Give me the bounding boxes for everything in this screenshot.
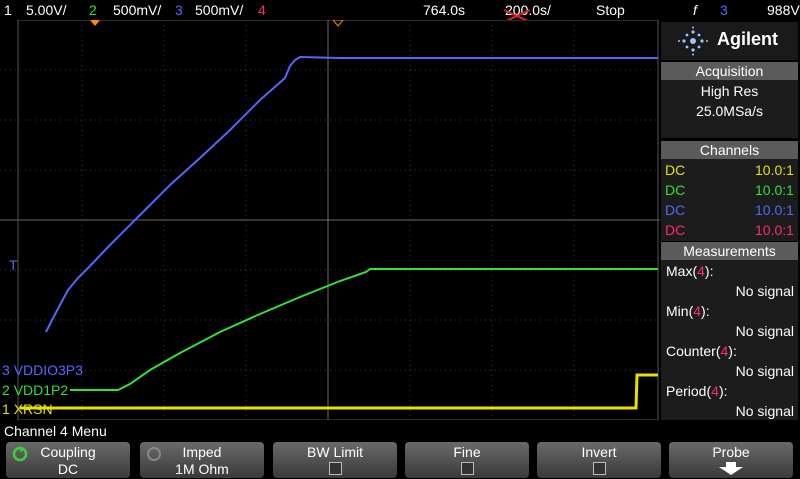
fine-softkey[interactable]: Fine bbox=[405, 442, 529, 478]
ch1-ground-number: 1 bbox=[2, 401, 10, 417]
delay-readout: 764.0s bbox=[423, 2, 466, 18]
ch4-probe: 10.0:1 bbox=[755, 222, 794, 238]
invert-label: Invert bbox=[581, 444, 617, 460]
acquisition-panel[interactable]: High Res 25.0MSa/s bbox=[661, 80, 798, 138]
probe-label: Probe bbox=[712, 444, 750, 460]
ch2-probe: 10.0:1 bbox=[755, 182, 794, 198]
agilent-logo-icon bbox=[678, 26, 708, 56]
invert-checkbox[interactable] bbox=[593, 462, 606, 475]
ch3-ground-number: 3 bbox=[2, 362, 10, 378]
measurement-max-value: No signal bbox=[735, 283, 794, 299]
imped-label: Imped bbox=[182, 444, 222, 460]
ch3-number: 3 bbox=[175, 2, 183, 18]
measurements-panel[interactable]: Max(4): No signal Min(4): No signal Coun… bbox=[661, 260, 798, 420]
trigger-channel: 3 bbox=[720, 2, 728, 18]
bw-limit-checkbox[interactable] bbox=[329, 462, 342, 475]
coupling-label: Coupling bbox=[40, 444, 96, 460]
down-arrow-icon bbox=[719, 462, 743, 475]
imped-softkey[interactable]: Imped 1M Ohm bbox=[140, 442, 264, 478]
measurement-period-value: No signal bbox=[735, 403, 794, 419]
ch4-coupling: DC bbox=[665, 222, 686, 238]
run-state: Stop bbox=[596, 2, 625, 18]
coupling-softkey[interactable]: Coupling DC bbox=[6, 442, 130, 478]
bw-limit-label: BW Limit bbox=[307, 444, 363, 460]
ch1-probe: 10.0:1 bbox=[755, 162, 794, 178]
ch2-ground-marker: 2 VDD1P2 bbox=[2, 382, 68, 398]
fine-label: Fine bbox=[453, 444, 481, 460]
channels-header: Channels bbox=[661, 141, 798, 159]
ch3-scale: 500mV/ bbox=[195, 2, 244, 18]
trigger-slope-icon: f bbox=[693, 2, 697, 18]
ch2-label: VDD1P2 bbox=[13, 382, 69, 398]
measurement-min-value: No signal bbox=[735, 323, 794, 339]
waveform-display[interactable] bbox=[0, 20, 660, 420]
menu-title: Channel 4 Menu bbox=[4, 423, 107, 439]
measurement-period: Period(4): bbox=[666, 383, 728, 399]
probe-softkey[interactable]: Probe bbox=[669, 442, 793, 478]
measurement-counter-value: No signal bbox=[735, 363, 794, 379]
ch3-label: VDDIO3P3 bbox=[13, 362, 83, 378]
measurement-min: Min(4): bbox=[666, 303, 710, 319]
status-bar: 1 5.00V/ 2 500mV/ 3 500mV/ 4 764.0s 200.… bbox=[0, 0, 800, 20]
invert-softkey[interactable]: Invert bbox=[537, 442, 661, 478]
trigger-level-marker: T bbox=[9, 257, 18, 273]
measurement-max: Max(4): bbox=[666, 263, 714, 279]
coupling-value: DC bbox=[57, 461, 79, 477]
brand-logo: Agilent bbox=[661, 22, 798, 60]
imped-value: 1M Ohm bbox=[175, 461, 229, 477]
measurements-header: Measurements bbox=[661, 242, 798, 260]
ch2-ground-number: 2 bbox=[2, 382, 10, 398]
ch1-ground-marker: 1 XRSN bbox=[2, 401, 53, 417]
bw-limit-softkey[interactable]: BW Limit bbox=[273, 442, 397, 478]
acquisition-header: Acquisition bbox=[661, 62, 798, 80]
trigger-level: 988V bbox=[767, 2, 800, 18]
acquisition-mode: High Res bbox=[700, 83, 759, 99]
brand-name: Agilent bbox=[717, 29, 778, 49]
channels-panel[interactable]: DC 10.0:1 DC 10.0:1 DC 10.0:1 DC 10.0:1 bbox=[661, 159, 798, 241]
ch2-number: 2 bbox=[89, 2, 97, 18]
ch1-coupling: DC bbox=[665, 162, 686, 178]
ch3-ground-marker: 3 VDDIO3P3 bbox=[2, 362, 83, 378]
ch1-scale: 5.00V/ bbox=[26, 2, 67, 18]
sample-rate: 25.0MSa/s bbox=[696, 103, 763, 119]
ch4-number: 4 bbox=[258, 2, 266, 18]
measurement-counter: Counter(4): bbox=[666, 343, 737, 359]
ch2-scale: 500mV/ bbox=[113, 2, 162, 18]
ch1-label: XRSN bbox=[13, 401, 53, 417]
ch3-coupling: DC bbox=[665, 202, 686, 218]
ch1-number: 1 bbox=[4, 2, 12, 18]
ch2-coupling: DC bbox=[665, 182, 686, 198]
fine-checkbox[interactable] bbox=[461, 462, 474, 475]
ch3-probe: 10.0:1 bbox=[755, 202, 794, 218]
